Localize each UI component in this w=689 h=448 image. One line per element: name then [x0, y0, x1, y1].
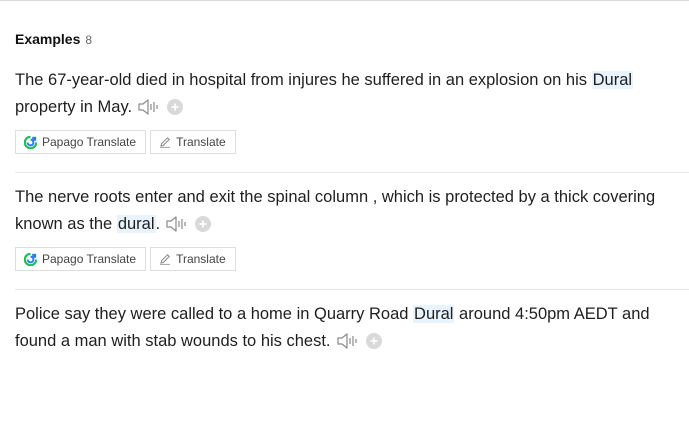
translate-button[interactable]: Translate — [150, 247, 236, 271]
plus-circle-icon[interactable] — [167, 97, 184, 115]
papago-translate-button[interactable]: Papago Translate — [15, 247, 147, 271]
speaker-icon[interactable] — [137, 98, 161, 116]
example-actions: Papago Translate Translate — [15, 247, 689, 271]
speaker-icon[interactable] — [165, 215, 189, 233]
speaker-icon[interactable] — [336, 332, 360, 350]
papago-logo-icon — [24, 252, 37, 266]
plus-circle-icon[interactable] — [195, 214, 212, 232]
pencil-icon — [160, 254, 171, 265]
top-divider — [0, 0, 689, 1]
sentence-text: The nerve roots enter and exit the spina… — [15, 188, 656, 233]
translate-label: Translate — [176, 252, 226, 266]
sentence-text: The 67-year-old died in hospital from in… — [15, 71, 592, 89]
example-divider — [15, 172, 689, 173]
sentence-text: . — [155, 215, 161, 233]
example-item: The nerve roots enter and exit the spina… — [15, 184, 689, 271]
translate-label: Translate — [176, 135, 226, 149]
example-sentence: Police say they were called to a home in… — [15, 301, 675, 355]
section-count: 8 — [85, 33, 93, 47]
papago-translate-label: Papago Translate — [42, 252, 137, 266]
pencil-icon — [160, 137, 171, 148]
plus-circle-icon[interactable] — [365, 331, 382, 349]
example-sentence: The 67-year-old died in hospital from in… — [15, 67, 675, 121]
papago-translate-button[interactable]: Papago Translate — [15, 130, 147, 154]
example-item: The 67-year-old died in hospital from in… — [15, 67, 689, 154]
sentence-text: Police say they were called to a home in… — [15, 305, 414, 323]
examples-header: Examples 8 — [15, 31, 92, 47]
keyword-highlight[interactable]: Dural — [591, 71, 634, 89]
example-divider — [15, 289, 689, 290]
papago-logo-icon — [24, 135, 37, 149]
section-title: Examples — [15, 31, 81, 47]
translate-button[interactable]: Translate — [150, 130, 236, 154]
example-actions: Papago Translate Translate — [15, 130, 689, 154]
keyword-highlight[interactable]: Dural — [413, 305, 455, 323]
papago-translate-label: Papago Translate — [42, 135, 137, 149]
example-sentence: The nerve roots enter and exit the spina… — [15, 184, 675, 238]
sentence-text: property in May. — [15, 98, 133, 116]
keyword-highlight[interactable]: dural — [116, 215, 156, 233]
example-item: Police say they were called to a home in… — [15, 301, 689, 355]
